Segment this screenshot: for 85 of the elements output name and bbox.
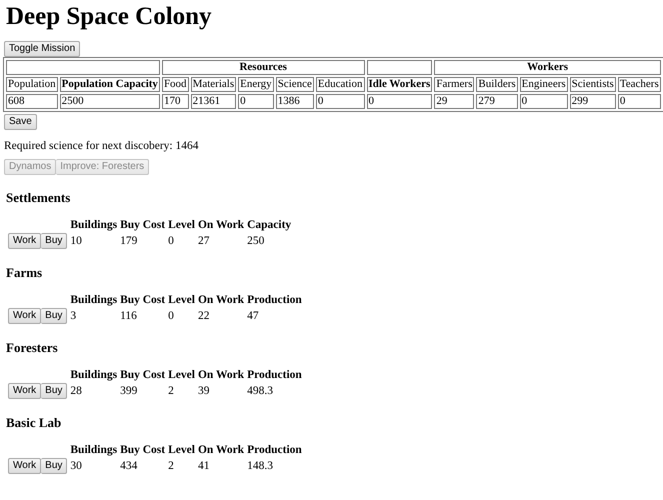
table-cell-text: 41: [196, 459, 210, 474]
table-cell-text: 47: [246, 309, 260, 324]
work-button[interactable]: Work: [8, 233, 42, 249]
table-cell-text: 28: [69, 384, 83, 399]
column-header: Education: [316, 77, 364, 92]
column-header: Level: [167, 443, 196, 457]
table-cell-text: 179: [119, 234, 138, 249]
column-header: Level: [167, 368, 196, 382]
column-header: Teachers: [618, 77, 661, 92]
work-button[interactable]: Work: [8, 383, 42, 399]
column-header: Level: [167, 293, 196, 307]
table-cell-text: 148.3: [246, 459, 274, 474]
column-header: Production: [246, 293, 303, 307]
buy-button[interactable]: Buy: [41, 308, 68, 324]
table-cell-text: 0: [167, 234, 175, 249]
column-header: On Work: [196, 218, 246, 232]
column-header: Buy Cost: [119, 218, 166, 232]
group-header: Resources: [162, 60, 364, 75]
work-button[interactable]: Work: [8, 458, 42, 474]
table-cell-text: 399: [119, 384, 138, 399]
column-header: On Work: [196, 368, 246, 382]
column-header: Population: [6, 77, 58, 92]
table-cell-text: 30: [69, 459, 83, 474]
table-cell: 2500: [60, 94, 160, 109]
table-cell: 0: [520, 94, 568, 109]
table-cell: 0: [366, 94, 432, 109]
column-header: Buy Cost: [119, 368, 166, 382]
table-cell: 0: [618, 94, 661, 109]
table-cell-text: 22: [196, 309, 210, 324]
column-header: On Work: [196, 293, 246, 307]
science-requirement: Required science for next discobery: 1464: [4, 140, 198, 152]
column-header: Production: [246, 368, 303, 382]
buy-button[interactable]: Buy: [41, 458, 68, 474]
column-header: Buildings: [69, 293, 118, 307]
table-cell: 299: [570, 94, 616, 109]
column-header: On Work: [196, 443, 246, 457]
table-cell-text: 116: [119, 309, 138, 324]
table-cell-text: 498.3: [246, 384, 274, 399]
table-cell-text: 39: [196, 384, 210, 399]
table-cell: 29: [434, 94, 474, 109]
toggle-mission-button[interactable]: Toggle Mission: [4, 41, 80, 57]
column-header: Engineers: [520, 77, 568, 92]
column-header: Production: [246, 443, 303, 457]
table-cell: 1386: [276, 94, 314, 109]
table-cell-text: 434: [119, 459, 138, 474]
table-cell: 279: [476, 94, 518, 109]
table-cell-text: 0: [167, 309, 175, 324]
column-header: Capacity: [246, 218, 292, 232]
column-header: Materials: [190, 77, 236, 92]
table-cell: 170: [162, 94, 189, 109]
column-header: Level: [167, 218, 196, 232]
column-header: Idle Workers: [366, 77, 432, 92]
column-header: Farmers: [434, 77, 474, 92]
work-button[interactable]: Work: [8, 308, 42, 324]
table-cell: 21361: [190, 94, 236, 109]
column-header: Scientists: [570, 77, 616, 92]
group-header: Workers: [434, 60, 661, 75]
column-header: Buildings: [69, 218, 118, 232]
column-header: Builders: [476, 77, 518, 92]
table-cell: [366, 60, 432, 75]
table-cell: 608: [6, 94, 58, 109]
column-header: Buildings: [69, 443, 118, 457]
table-cell-text: 250: [246, 234, 266, 249]
column-header: Population Capacity: [60, 77, 160, 92]
table-cell-text: 10: [69, 234, 83, 249]
buy-button[interactable]: Buy: [41, 383, 68, 399]
section-heading: Farms: [6, 265, 42, 281]
table-cell-text: 2: [167, 459, 175, 474]
page-title: Deep Space Colony: [6, 3, 212, 31]
table-cell-text: 27: [196, 234, 210, 249]
table-cell: 0: [316, 94, 364, 109]
section-heading: Basic Lab: [6, 415, 62, 431]
table-cell-text: 3: [69, 309, 78, 324]
table-cell-text: 2: [167, 384, 175, 399]
table-cell: 0: [238, 94, 274, 109]
column-header: Energy: [238, 77, 274, 92]
section-heading: Settlements: [6, 190, 70, 206]
column-header: Science: [276, 77, 314, 92]
buy-button[interactable]: Buy: [41, 233, 68, 249]
save-button[interactable]: Save: [4, 114, 37, 130]
column-header: Buy Cost: [119, 293, 166, 307]
column-header: Buildings: [69, 368, 118, 382]
section-heading: Foresters: [6, 340, 58, 356]
column-header: Food: [162, 77, 189, 92]
column-header: Buy Cost: [119, 443, 166, 457]
